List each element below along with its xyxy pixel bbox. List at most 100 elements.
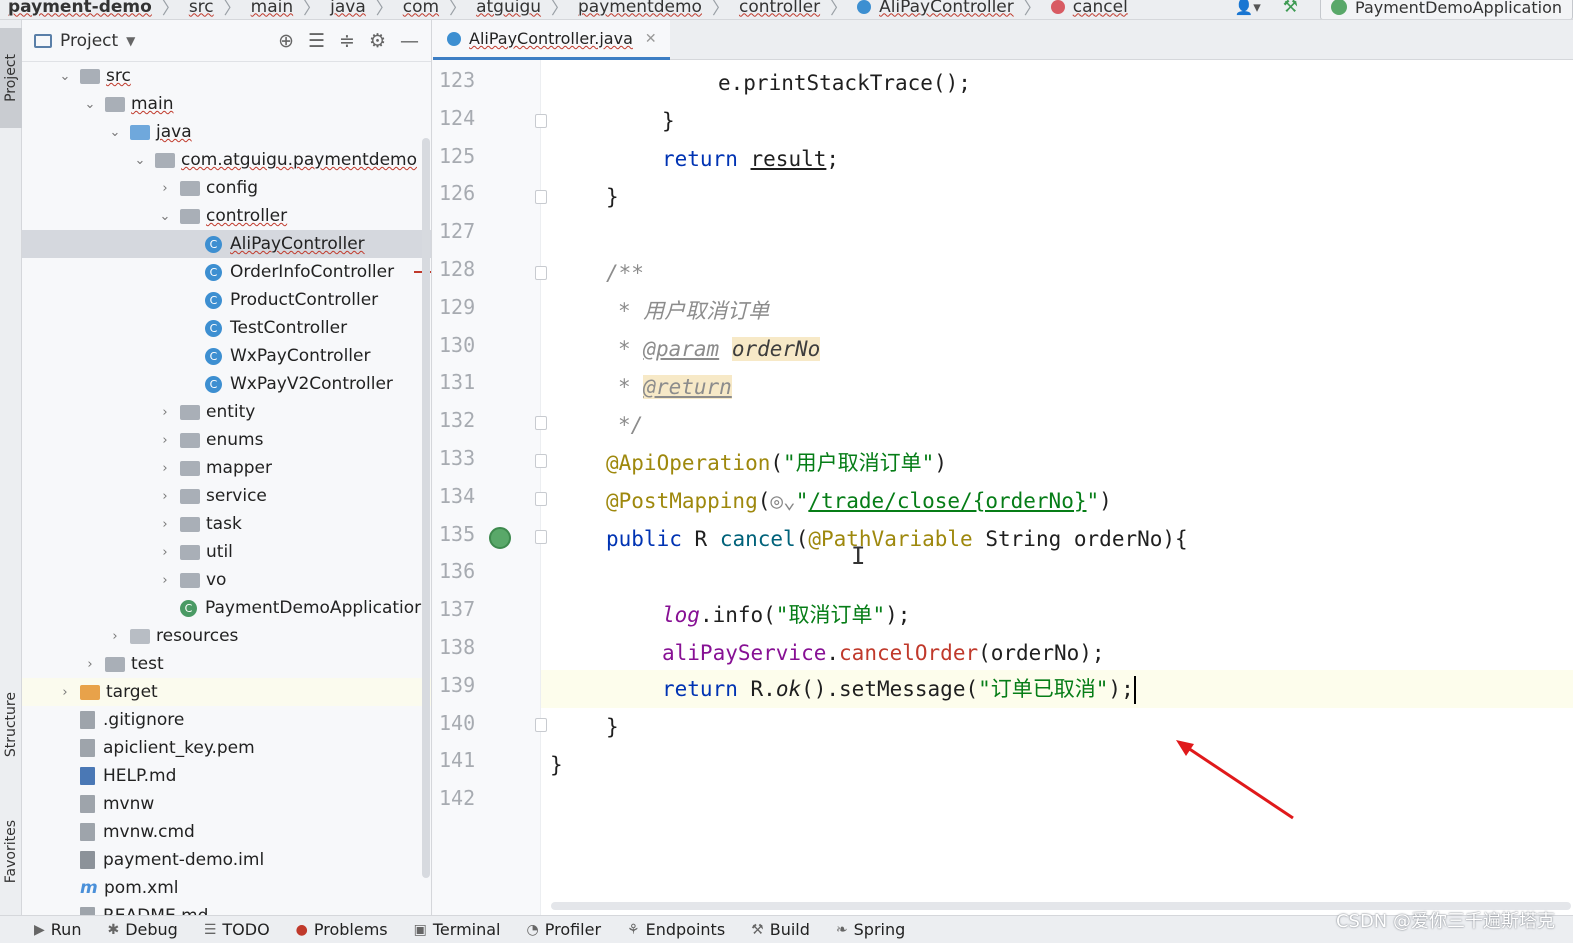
hammer-icon[interactable]: ⚒ bbox=[1283, 0, 1298, 17]
collapse-all-icon[interactable]: ≑ bbox=[339, 30, 355, 52]
fold-marker-icon[interactable] bbox=[535, 530, 547, 544]
breadcrumb-item[interactable]: main bbox=[251, 0, 293, 17]
structure-tool-tab[interactable]: Structure bbox=[0, 670, 22, 780]
expand-all-icon[interactable]: ☰ bbox=[308, 30, 325, 52]
breadcrumb-item[interactable]: src bbox=[189, 0, 214, 17]
tool-window-run-button[interactable]: ▶ Run bbox=[34, 920, 81, 939]
breadcrumb-item[interactable]: AliPayController bbox=[857, 0, 1014, 17]
collapsed-chevron-icon[interactable]: › bbox=[158, 181, 172, 196]
tree-item[interactable]: payment-demo.iml bbox=[22, 846, 431, 874]
tree-item[interactable]: C ProductController bbox=[22, 286, 431, 314]
red-arrow-annotation bbox=[1176, 740, 1294, 820]
hide-icon[interactable]: — bbox=[400, 30, 419, 52]
locate-icon[interactable]: ⊕ bbox=[278, 30, 294, 52]
tree-item[interactable]: › task bbox=[22, 510, 431, 538]
close-icon[interactable]: ✕ bbox=[645, 31, 657, 47]
chevron-down-icon[interactable]: ▼ bbox=[126, 34, 135, 48]
line-number: 141 bbox=[439, 748, 476, 773]
tool-window-endpoints-button[interactable]: ⚘ Endpoints bbox=[627, 920, 725, 939]
tool-window-profiler-button[interactable]: ◔ Profiler bbox=[527, 920, 602, 939]
collapsed-chevron-icon[interactable]: › bbox=[58, 685, 72, 700]
tree-item[interactable]: mvnw bbox=[22, 790, 431, 818]
line-number: 124 bbox=[439, 105, 476, 130]
collapsed-chevron-icon[interactable]: › bbox=[158, 489, 172, 504]
project-panel-header: Project ▼ ⊕ ☰ ≑ ⚙ — bbox=[22, 20, 431, 62]
tree-item[interactable]: ⌄ java bbox=[22, 118, 431, 146]
expanded-chevron-icon[interactable]: ⌄ bbox=[158, 209, 172, 224]
tree-item[interactable]: › enums bbox=[22, 426, 431, 454]
breadcrumb-item[interactable]: com bbox=[403, 0, 439, 17]
tree-item[interactable]: m pom.xml bbox=[22, 874, 431, 902]
collapsed-chevron-icon[interactable]: › bbox=[83, 657, 97, 672]
fold-marker-icon[interactable] bbox=[535, 454, 547, 468]
project-scrollbar[interactable] bbox=[422, 138, 430, 878]
collapsed-chevron-icon[interactable]: › bbox=[158, 573, 172, 588]
expanded-chevron-icon[interactable]: ⌄ bbox=[83, 97, 97, 112]
tree-item[interactable]: › mapper bbox=[22, 454, 431, 482]
tool-window-debug-button[interactable]: ✱ Debug bbox=[107, 920, 177, 939]
run-configuration-selector[interactable]: PaymentDemoApplication bbox=[1320, 0, 1573, 19]
tree-item[interactable]: ⌄ controller bbox=[22, 202, 431, 230]
tool-window-todo-button[interactable]: ☰ TODO bbox=[204, 920, 270, 939]
tree-item[interactable]: › resources bbox=[22, 622, 431, 650]
tree-item[interactable]: apiclient_key.pem bbox=[22, 734, 431, 762]
collapsed-chevron-icon[interactable]: › bbox=[158, 517, 172, 532]
collapsed-chevron-icon[interactable]: › bbox=[158, 461, 172, 476]
breadcrumb-item[interactable]: payment-demo bbox=[8, 0, 152, 17]
user-icon[interactable]: 👤▾ bbox=[1235, 0, 1261, 16]
code-editor[interactable]: 123 124 125 126 127 128 129 130 131 132 133 134 135 1… bbox=[433, 60, 1573, 915]
fold-marker-icon[interactable] bbox=[535, 114, 547, 128]
favorites-tool-tab[interactable]: Favorites bbox=[0, 802, 22, 902]
package-icon bbox=[180, 180, 200, 196]
breadcrumb-item[interactable]: controller bbox=[739, 0, 820, 17]
chevron-down-icon[interactable]: ⌄ bbox=[783, 489, 796, 513]
tree-item[interactable]: C TestController bbox=[22, 314, 431, 342]
breadcrumb-item[interactable]: atguigu bbox=[476, 0, 541, 17]
collapsed-chevron-icon[interactable]: › bbox=[158, 433, 172, 448]
project-view-selector[interactable]: Project bbox=[60, 31, 118, 51]
tree-item[interactable]: ⌄ src bbox=[22, 62, 431, 90]
breadcrumb-item[interactable]: paymentdemo bbox=[578, 0, 702, 17]
tool-window-problems-button[interactable]: ● Problems bbox=[296, 920, 388, 939]
tree-item[interactable]: ⌄ com.atguigu.paymentdemo bbox=[22, 146, 431, 174]
tree-item[interactable]: › target bbox=[22, 678, 431, 706]
fold-marker-icon[interactable] bbox=[535, 190, 547, 204]
project-tool-tab[interactable]: Project bbox=[0, 28, 22, 128]
tab-alipaycontroller[interactable]: AliPayController.java ✕ bbox=[433, 20, 670, 60]
fold-marker-icon[interactable] bbox=[535, 266, 547, 280]
fold-marker-icon[interactable] bbox=[535, 718, 547, 732]
endpoint-icon[interactable] bbox=[489, 527, 511, 549]
tree-item[interactable]: › util bbox=[22, 538, 431, 566]
tree-item[interactable]: C OrderInfoController bbox=[22, 258, 431, 286]
tree-item[interactable]: C PaymentDemoApplicatior bbox=[22, 594, 431, 622]
tree-item[interactable]: › vo bbox=[22, 566, 431, 594]
breadcrumb-item[interactable]: cancel bbox=[1050, 0, 1128, 17]
breadcrumb-item[interactable]: java bbox=[330, 0, 366, 17]
tree-item[interactable]: HELP.md bbox=[22, 762, 431, 790]
globe-icon[interactable]: ◎ bbox=[770, 489, 783, 513]
url-link[interactable]: /trade/close/{orderNo} bbox=[808, 489, 1086, 513]
tool-window-build-button[interactable]: ⚒ Build bbox=[751, 920, 810, 939]
tree-item[interactable]: › test bbox=[22, 650, 431, 678]
tool-window-spring-button[interactable]: ❧ Spring bbox=[836, 920, 905, 939]
tree-item[interactable]: › service bbox=[22, 482, 431, 510]
tree-item[interactable]: › config bbox=[22, 174, 431, 202]
tree-item[interactable]: ⌄ main bbox=[22, 90, 431, 118]
expanded-chevron-icon[interactable]: ⌄ bbox=[108, 125, 122, 140]
tree-item[interactable]: › entity bbox=[22, 398, 431, 426]
tree-item[interactable]: README.md bbox=[22, 902, 431, 915]
tree-item[interactable]: C AliPayController bbox=[22, 230, 431, 258]
tool-window-terminal-button[interactable]: ▣ Terminal bbox=[414, 920, 501, 939]
fold-marker-icon[interactable] bbox=[535, 416, 547, 430]
expanded-chevron-icon[interactable]: ⌄ bbox=[58, 69, 72, 84]
tree-item[interactable]: mvnw.cmd bbox=[22, 818, 431, 846]
collapsed-chevron-icon[interactable]: › bbox=[158, 545, 172, 560]
gear-icon[interactable]: ⚙ bbox=[369, 30, 386, 52]
expanded-chevron-icon[interactable]: ⌄ bbox=[133, 153, 147, 168]
tree-item[interactable]: .gitignore bbox=[22, 706, 431, 734]
collapsed-chevron-icon[interactable]: › bbox=[158, 405, 172, 420]
tree-item[interactable]: C WxPayV2Controller bbox=[22, 370, 431, 398]
collapsed-chevron-icon[interactable]: › bbox=[108, 629, 122, 644]
fold-marker-icon[interactable] bbox=[535, 492, 547, 506]
tree-item[interactable]: C WxPayController bbox=[22, 342, 431, 370]
